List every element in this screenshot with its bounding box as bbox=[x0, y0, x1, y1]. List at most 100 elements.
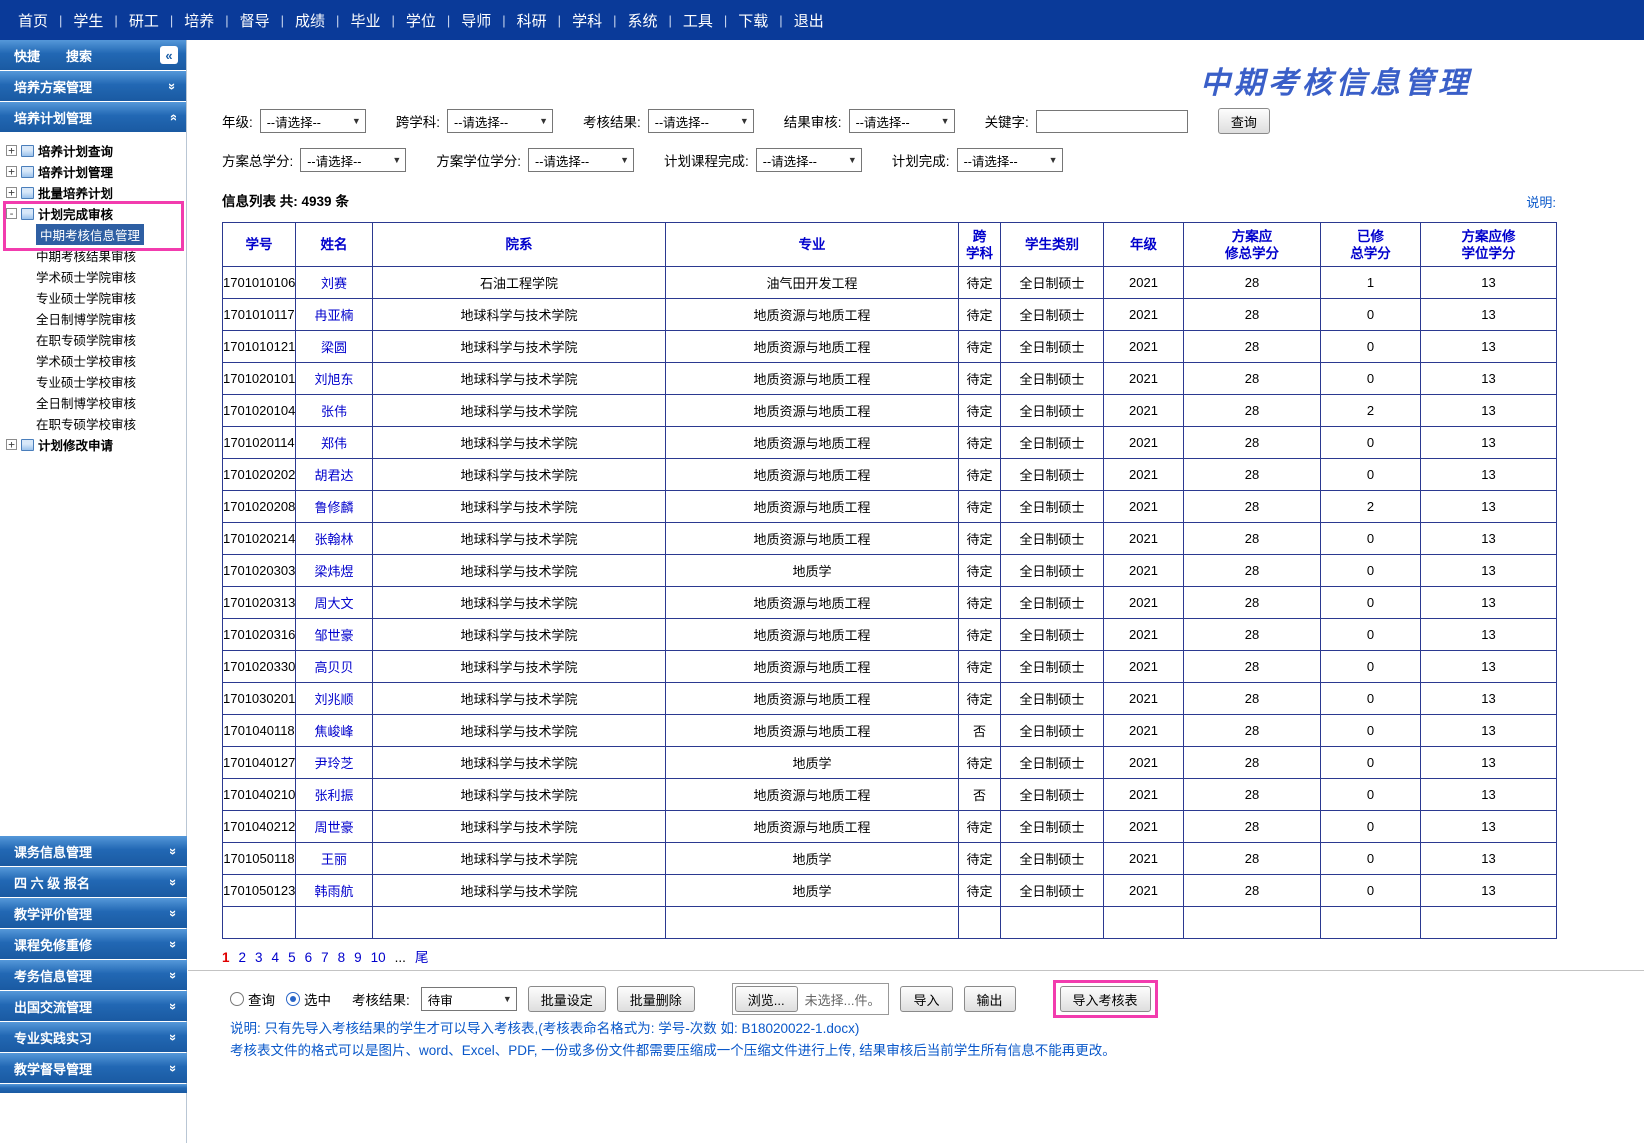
filter-select[interactable]: --请选择--▼ bbox=[957, 148, 1063, 172]
cell-student-name[interactable]: 胡君达 bbox=[296, 459, 373, 491]
radio-selected-circle[interactable] bbox=[286, 992, 300, 1006]
cell-student-name[interactable]: 刘兆顺 bbox=[296, 683, 373, 715]
nav-item-13[interactable]: 工具 bbox=[681, 10, 715, 31]
browse-button[interactable]: 浏览... bbox=[735, 986, 798, 1012]
nav-item-10[interactable]: 科研 bbox=[515, 10, 549, 31]
nav-item-4[interactable]: 培养 bbox=[182, 10, 216, 31]
page-last-link[interactable]: 尾 bbox=[415, 950, 429, 965]
import-button[interactable]: 导入 bbox=[900, 986, 952, 1012]
sidebar-section-1[interactable]: 课务信息管理» bbox=[0, 836, 187, 866]
tree-item[interactable]: 在职专硕学院审核 bbox=[6, 329, 186, 350]
cell-student-name[interactable]: 刘旭东 bbox=[296, 363, 373, 395]
radio-query[interactable]: 查询 bbox=[230, 989, 275, 1009]
tree-expand-icon[interactable]: + bbox=[6, 166, 17, 177]
keyword-input[interactable] bbox=[1036, 110, 1188, 133]
sidebar-section-training-plan-scheme[interactable]: 培养方案管理 » bbox=[0, 71, 186, 101]
cell-student-name[interactable]: 张翰林 bbox=[296, 523, 373, 555]
page-link[interactable]: 2 bbox=[239, 950, 247, 965]
filter-select[interactable]: --请选择--▼ bbox=[447, 109, 553, 133]
batch-delete-button[interactable]: 批量删除 bbox=[617, 986, 695, 1012]
nav-item-14[interactable]: 下载 bbox=[736, 10, 770, 31]
filter-select[interactable]: --请选择--▼ bbox=[756, 148, 862, 172]
search-tab[interactable]: 搜索 bbox=[66, 46, 92, 65]
cell-student-name[interactable]: 梁炜煜 bbox=[296, 555, 373, 587]
cell-student-name[interactable]: 郑伟 bbox=[296, 427, 373, 459]
page-link[interactable]: 4 bbox=[272, 950, 280, 965]
cell-student-name[interactable]: 尹玲芝 bbox=[296, 747, 373, 779]
import-form-button[interactable]: 导入考核表 bbox=[1060, 986, 1151, 1012]
nav-item-2[interactable]: 学生 bbox=[71, 10, 105, 31]
tree-item[interactable]: +计划修改申请 bbox=[6, 434, 186, 455]
page-link[interactable]: 10 bbox=[371, 950, 386, 965]
cell-student-name[interactable]: 刘赛 bbox=[296, 267, 373, 299]
tree-item[interactable]: 学术硕士学院审核 bbox=[6, 266, 186, 287]
page-link[interactable]: 8 bbox=[338, 950, 346, 965]
cell-student-name[interactable]: 张利振 bbox=[296, 779, 373, 811]
cell-student-name[interactable]: 王丽 bbox=[296, 843, 373, 875]
filter-select[interactable]: --请选择--▼ bbox=[528, 148, 634, 172]
nav-item-12[interactable]: 系统 bbox=[625, 10, 659, 31]
page-link[interactable]: 6 bbox=[305, 950, 313, 965]
cell-student-name[interactable]: 冉亚楠 bbox=[296, 299, 373, 331]
tree-expand-icon[interactable]: + bbox=[6, 187, 17, 198]
sidebar-section-3[interactable]: 教学评价管理» bbox=[0, 898, 187, 928]
filter-select[interactable]: --请选择--▼ bbox=[300, 148, 406, 172]
filter-select[interactable]: --请选择--▼ bbox=[260, 109, 366, 133]
cell-student-name[interactable]: 焦峻峰 bbox=[296, 715, 373, 747]
cell-student-name[interactable]: 周大文 bbox=[296, 587, 373, 619]
cell-student-name[interactable]: 张伟 bbox=[296, 395, 373, 427]
tree-item[interactable]: 在职专硕学校审核 bbox=[6, 413, 186, 434]
page-link[interactable]: 7 bbox=[321, 950, 329, 965]
cell-student-name[interactable]: 鲁修麟 bbox=[296, 491, 373, 523]
page-link[interactable]: 3 bbox=[255, 950, 263, 965]
sidebar-section-training-plan-mgmt[interactable]: 培养计划管理 » bbox=[0, 102, 186, 132]
cell-student-name[interactable]: 梁圆 bbox=[296, 331, 373, 363]
file-input[interactable]: 浏览... 未选择...件。 bbox=[732, 983, 890, 1015]
cell-student-name[interactable]: 周世豪 bbox=[296, 811, 373, 843]
tree-item[interactable]: 全日制博学校审核 bbox=[6, 392, 186, 413]
page-link[interactable]: 5 bbox=[288, 950, 296, 965]
cell-student-name[interactable]: 高贝贝 bbox=[296, 651, 373, 683]
tree-item[interactable]: 中期考核结果审核 bbox=[6, 245, 186, 266]
radio-query-circle[interactable] bbox=[230, 992, 244, 1006]
query-button[interactable]: 查询 bbox=[1218, 108, 1270, 134]
export-button[interactable]: 输出 bbox=[964, 986, 1016, 1012]
tree-expand-icon[interactable]: + bbox=[6, 145, 17, 156]
nav-item-6[interactable]: 成绩 bbox=[293, 10, 327, 31]
top-note-link[interactable]: 说明: bbox=[1526, 192, 1556, 211]
page-link[interactable]: 9 bbox=[354, 950, 362, 965]
batch-set-button[interactable]: 批量设定 bbox=[528, 986, 606, 1012]
cell-student-name[interactable]: 邹世豪 bbox=[296, 619, 373, 651]
tree-collapse-icon[interactable]: - bbox=[6, 208, 17, 219]
result-select[interactable]: 待审 ▼ bbox=[421, 987, 517, 1011]
tree-expand-icon[interactable]: + bbox=[6, 439, 17, 450]
sidebar-section-4[interactable]: 课程免修重修» bbox=[0, 929, 187, 959]
tree-item[interactable]: 专业硕士学院审核 bbox=[6, 287, 186, 308]
nav-item-11[interactable]: 学科 bbox=[570, 10, 604, 31]
nav-item-8[interactable]: 学位 bbox=[404, 10, 438, 31]
tree-item[interactable]: +批量培养计划 bbox=[6, 182, 186, 203]
nav-item-3[interactable]: 研工 bbox=[127, 10, 161, 31]
tree-item[interactable]: +培养计划查询 bbox=[6, 140, 186, 161]
tree-item[interactable]: 全日制博学院审核 bbox=[6, 308, 186, 329]
radio-selected[interactable]: 选中 bbox=[286, 989, 331, 1009]
quick-tab[interactable]: 快捷 bbox=[14, 46, 40, 65]
nav-item-7[interactable]: 毕业 bbox=[348, 10, 382, 31]
sidebar-section-6[interactable]: 出国交流管理» bbox=[0, 991, 187, 1021]
cell-student-name[interactable]: 韩雨航 bbox=[296, 875, 373, 907]
tree-item[interactable]: +培养计划管理 bbox=[6, 161, 186, 182]
nav-item-9[interactable]: 导师 bbox=[459, 10, 493, 31]
tree-item[interactable]: 专业硕士学校审核 bbox=[6, 371, 186, 392]
filter-select[interactable]: --请选择--▼ bbox=[849, 109, 955, 133]
filter-select[interactable]: --请选择--▼ bbox=[648, 109, 754, 133]
tree-item-selected[interactable]: 中期考核信息管理 bbox=[6, 224, 186, 245]
nav-item-1[interactable]: 首页 bbox=[16, 10, 50, 31]
tree-item[interactable]: 学术硕士学校审核 bbox=[6, 350, 186, 371]
sidebar-section-2[interactable]: 四 六 级 报名» bbox=[0, 867, 187, 897]
sidebar-section-8[interactable]: 教学督导管理» bbox=[0, 1053, 187, 1083]
tree-item[interactable]: -计划完成审核 bbox=[6, 203, 186, 224]
sidebar-collapse-icon[interactable]: « bbox=[160, 46, 178, 64]
sidebar-section-7[interactable]: 专业实践实习» bbox=[0, 1022, 187, 1052]
nav-item-5[interactable]: 督导 bbox=[238, 10, 272, 31]
nav-item-15[interactable]: 退出 bbox=[792, 10, 826, 31]
